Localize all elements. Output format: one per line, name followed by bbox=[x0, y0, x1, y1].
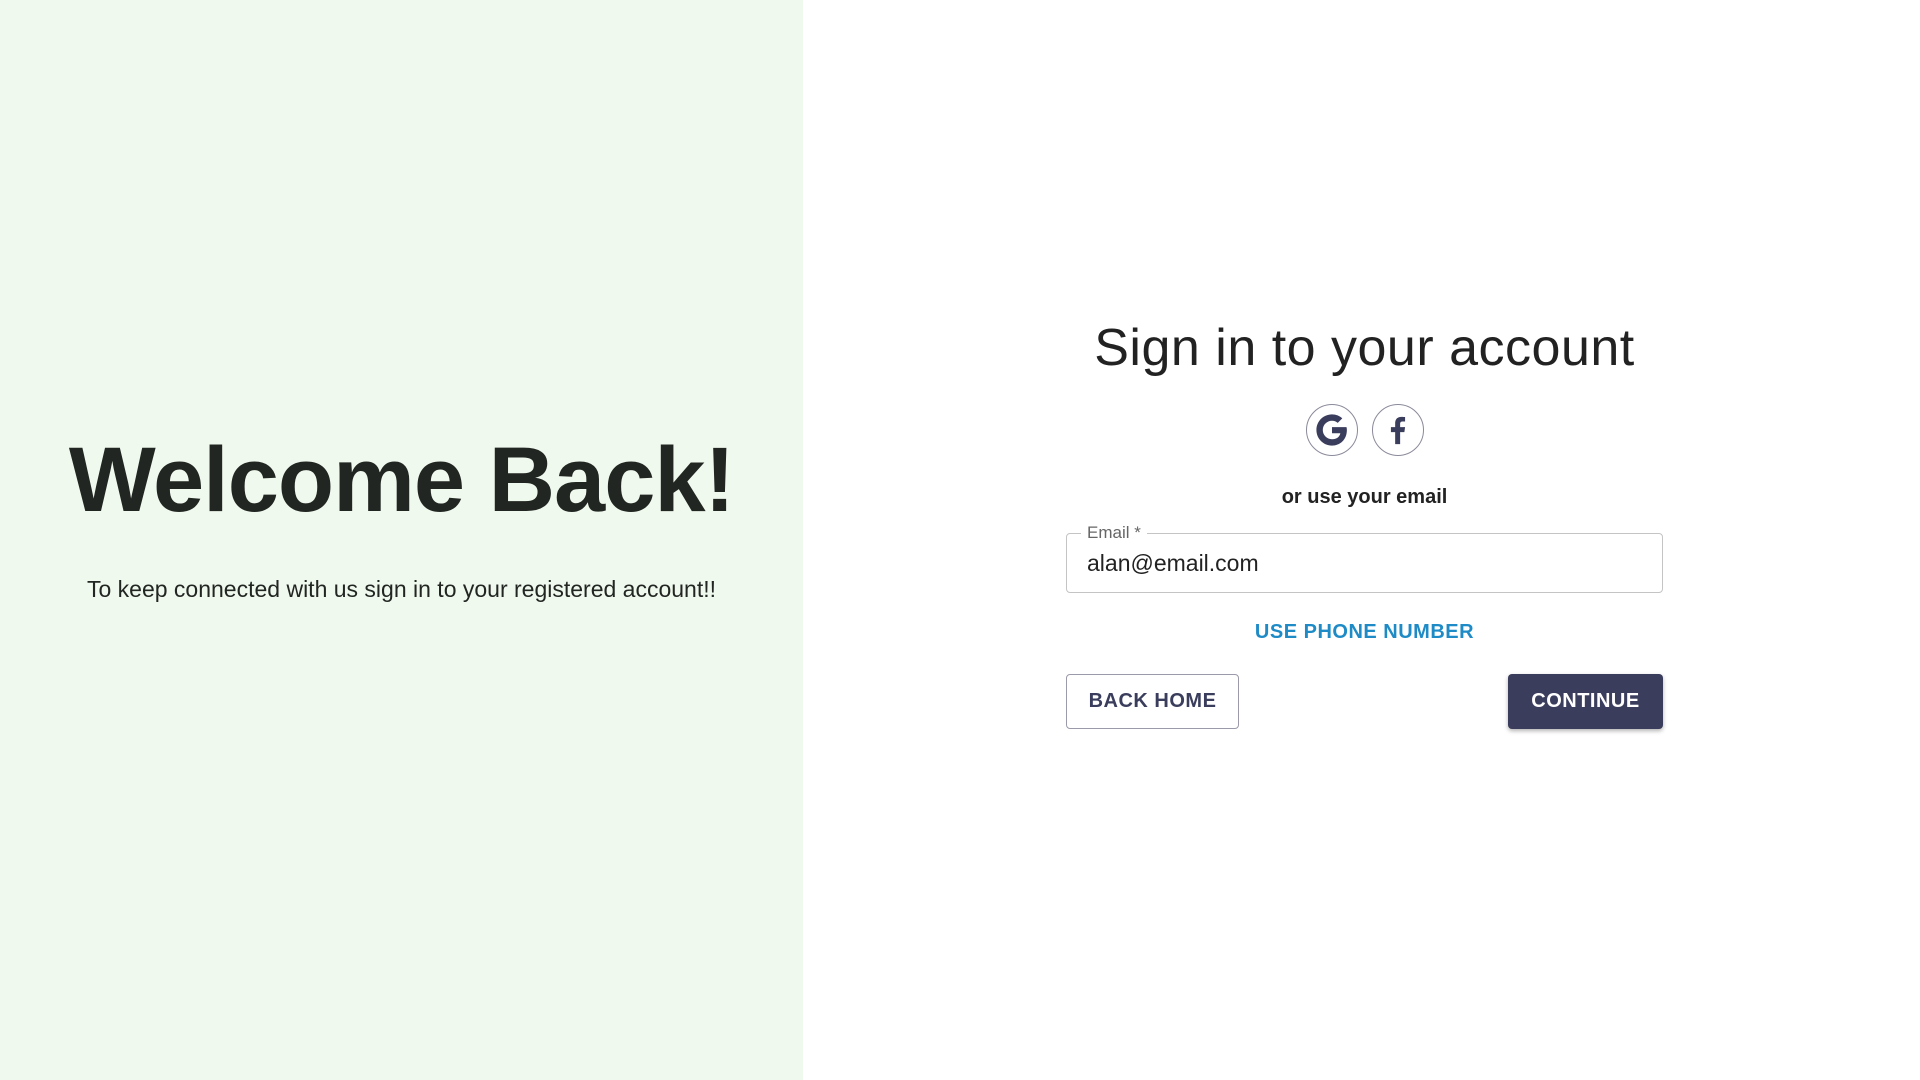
sign-in-page: Welcome Back! To keep connected with us … bbox=[0, 0, 1920, 1080]
back-home-button[interactable]: BACK HOME bbox=[1066, 674, 1239, 730]
facebook-login-button[interactable] bbox=[1371, 404, 1424, 457]
google-icon bbox=[1315, 413, 1349, 447]
google-login-button[interactable] bbox=[1305, 404, 1358, 457]
or-use-email-text: or use your email bbox=[1281, 486, 1448, 509]
welcome-title: Welcome Back! bbox=[68, 428, 735, 531]
action-buttons: BACK HOME CONTINUE bbox=[1066, 674, 1663, 730]
continue-button[interactable]: CONTINUE bbox=[1508, 674, 1663, 730]
welcome-panel: Welcome Back! To keep connected with us … bbox=[0, 0, 803, 1080]
sign-in-title: Sign in to your account bbox=[1094, 319, 1635, 377]
use-phone-number-button[interactable]: USE PHONE NUMBER bbox=[1255, 621, 1474, 644]
sign-in-form: Sign in to your account or use your emai… bbox=[1066, 319, 1663, 730]
welcome-subtitle: To keep connected with us sign in to you… bbox=[86, 575, 717, 602]
email-input[interactable] bbox=[1067, 534, 1662, 593]
facebook-icon bbox=[1381, 413, 1415, 447]
email-field[interactable]: Email * bbox=[1066, 522, 1663, 594]
social-login-row bbox=[1305, 404, 1424, 457]
sign-in-panel: Sign in to your account or use your emai… bbox=[803, 0, 1920, 1080]
